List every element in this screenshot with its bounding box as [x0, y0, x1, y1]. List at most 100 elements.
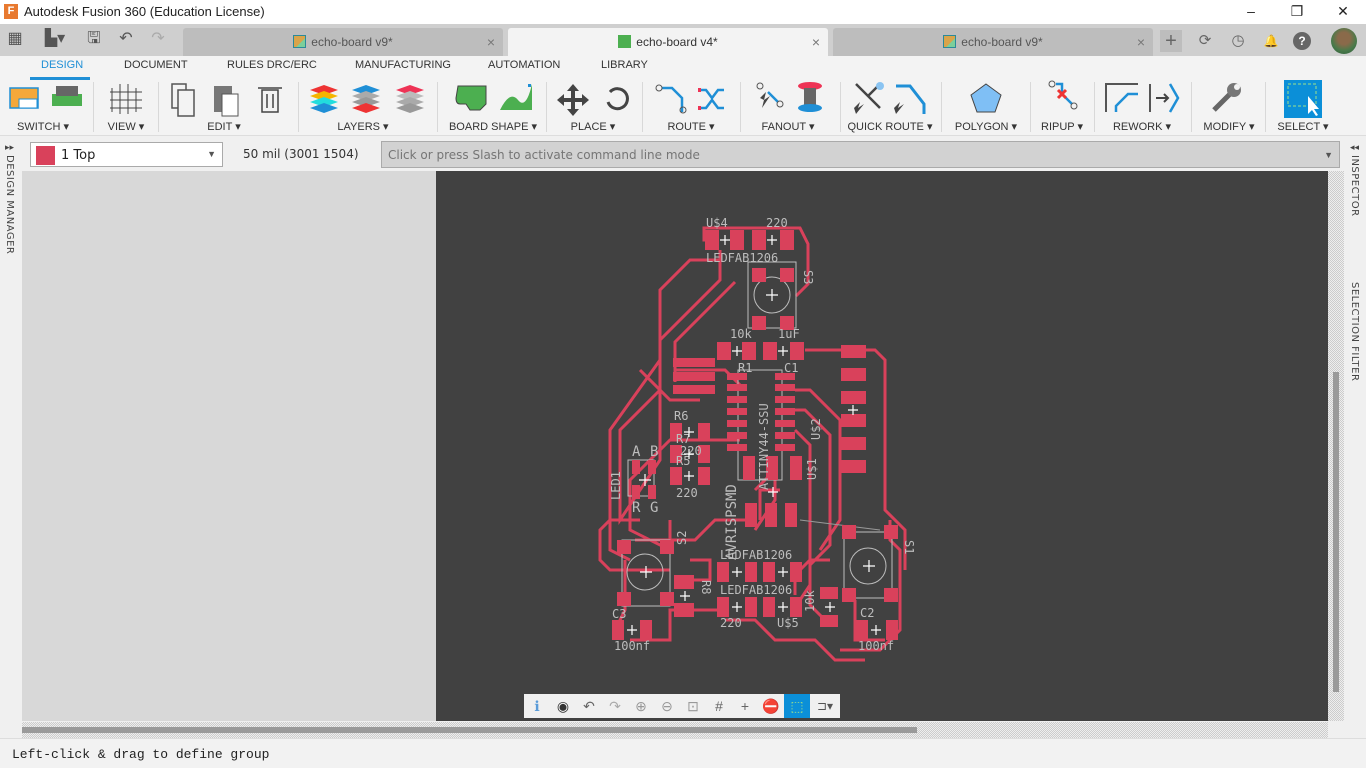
- command-input[interactable]: [382, 142, 1317, 167]
- vertical-scroll-thumb[interactable]: [1333, 372, 1339, 692]
- stop-icon[interactable]: ⛔: [758, 694, 784, 718]
- user-avatar[interactable]: [1331, 28, 1357, 54]
- close-tab-icon[interactable]: ×: [487, 34, 495, 50]
- zoom-in-icon[interactable]: ⊕: [628, 694, 654, 718]
- undo-icon[interactable]: ↶: [115, 28, 137, 50]
- collapse-icon[interactable]: ◂◂: [1350, 142, 1359, 153]
- layer-visibility-button[interactable]: [393, 80, 427, 116]
- chevron-down-icon[interactable]: ▼: [1324, 150, 1333, 160]
- document-tab[interactable]: echo-board v9* ×: [833, 28, 1153, 56]
- group-place[interactable]: PLACE ▾: [560, 120, 626, 133]
- redo-icon[interactable]: ↷: [147, 28, 169, 50]
- group-switch[interactable]: SWITCH ▾: [4, 120, 82, 133]
- design-manager-panel[interactable]: ▸▸ DESIGN MANAGER: [0, 137, 22, 720]
- redo-icon[interactable]: ↷: [602, 694, 628, 718]
- minimize-button[interactable]: –: [1228, 0, 1274, 24]
- divider: [941, 82, 942, 132]
- tab-automation[interactable]: AUTOMATION: [488, 59, 560, 71]
- copy-button[interactable]: [168, 80, 202, 116]
- design-file-icon: [293, 35, 307, 48]
- restore-button[interactable]: ❐: [1274, 0, 1320, 24]
- board-spline-button[interactable]: [498, 80, 532, 116]
- help-icon[interactable]: ?: [1293, 32, 1311, 50]
- group-modify[interactable]: MODIFY ▾: [1200, 120, 1258, 133]
- quick-route-button[interactable]: [850, 80, 884, 116]
- group-polygon[interactable]: POLYGON ▾: [950, 120, 1022, 133]
- apps-grid-icon[interactable]: ▦: [4, 28, 26, 50]
- group-ripup[interactable]: RIPUP ▾: [1038, 120, 1086, 133]
- differential-pair-button[interactable]: [696, 80, 730, 116]
- tab-manufacturing[interactable]: MANUFACTURING: [355, 59, 451, 71]
- expand-icon[interactable]: ▸▸: [5, 142, 14, 153]
- tab-label: echo-board v4*: [636, 35, 718, 49]
- move-button[interactable]: [556, 80, 590, 116]
- via-stack-button[interactable]: [794, 80, 828, 116]
- tab-design[interactable]: DESIGN: [41, 59, 83, 71]
- info-icon[interactable]: ℹ: [524, 694, 550, 718]
- zoom-fit-icon[interactable]: ⊡: [680, 694, 706, 718]
- switch-3d-button[interactable]: [48, 80, 82, 116]
- group-edit[interactable]: EDIT ▾: [188, 120, 260, 133]
- document-tab[interactable]: echo-board v9* ×: [183, 28, 503, 56]
- pcb-label: U$5: [777, 616, 799, 630]
- inspector-tab[interactable]: INSPECTOR: [1349, 155, 1360, 217]
- close-tab-icon[interactable]: ×: [1137, 34, 1145, 50]
- file-menu-icon[interactable]: ▙▾: [40, 28, 70, 50]
- board-outline-button[interactable]: [454, 80, 488, 116]
- tab-document[interactable]: DOCUMENT: [124, 59, 188, 71]
- pcb-layout[interactable]: U$4 220 LEDFAB1206 S3 10k 1uF R1 C1 U$2 …: [436, 171, 1328, 721]
- selection-filter-tab[interactable]: SELECTION FILTER: [1349, 282, 1360, 381]
- divider: [437, 82, 438, 132]
- pcb-canvas[interactable]: U$4 220 LEDFAB1206 S3 10k 1uF R1 C1 U$2 …: [436, 171, 1328, 721]
- reroute-button[interactable]: [1148, 80, 1182, 116]
- close-tab-icon[interactable]: ×: [812, 34, 820, 50]
- rework-button[interactable]: [1104, 80, 1138, 116]
- undo-icon[interactable]: ↶: [576, 694, 602, 718]
- horizontal-scroll-thumb[interactable]: [22, 727, 917, 733]
- delete-button[interactable]: [254, 80, 288, 116]
- group-route[interactable]: ROUTE ▾: [658, 120, 724, 133]
- group-fanout[interactable]: FANOUT ▾: [752, 120, 824, 133]
- layers-button[interactable]: [306, 80, 340, 116]
- group-quick-route[interactable]: QUICK ROUTE ▾: [844, 120, 936, 133]
- pcb-label: 220: [766, 216, 788, 230]
- switch-schematic-button[interactable]: [6, 80, 40, 116]
- rotate-button[interactable]: [600, 80, 634, 116]
- document-tab-active[interactable]: echo-board v4* ×: [508, 28, 828, 56]
- group-board-shape[interactable]: BOARD SHAPE ▾: [444, 120, 542, 133]
- modify-button[interactable]: [1210, 80, 1244, 116]
- group-select[interactable]: SELECT ▾: [1274, 120, 1332, 133]
- route-options-icon[interactable]: ⊐▾: [810, 694, 840, 718]
- layer-settings-button[interactable]: [349, 80, 383, 116]
- pcb-label: U$2: [809, 418, 823, 440]
- design-manager-label[interactable]: DESIGN MANAGER: [4, 155, 15, 254]
- quick-route-airwire-button[interactable]: [892, 80, 926, 116]
- divider: [840, 82, 841, 132]
- visibility-icon[interactable]: ◉: [550, 694, 576, 718]
- tab-rules[interactable]: RULES DRC/ERC: [227, 59, 317, 71]
- ripup-button[interactable]: [1046, 80, 1080, 116]
- close-button[interactable]: ✕: [1320, 0, 1366, 24]
- grid-icon[interactable]: #: [706, 694, 732, 718]
- layer-select[interactable]: 1 Top ▼: [30, 142, 223, 167]
- tab-library[interactable]: LIBRARY: [601, 59, 648, 71]
- job-status-icon[interactable]: ◷: [1227, 30, 1249, 52]
- select-button[interactable]: [1284, 80, 1318, 116]
- route-button[interactable]: [654, 80, 688, 116]
- select-group-icon[interactable]: ⬚: [784, 694, 810, 718]
- group-view[interactable]: VIEW ▾: [96, 120, 156, 133]
- grid-button[interactable]: [108, 80, 142, 116]
- polygon-button[interactable]: [968, 80, 1002, 116]
- crosshair-icon[interactable]: +: [732, 694, 758, 718]
- new-tab-icon[interactable]: +: [1160, 30, 1182, 52]
- group-rework[interactable]: REWORK ▾: [1108, 120, 1176, 133]
- save-icon[interactable]: 🖫: [83, 28, 105, 50]
- command-line[interactable]: ▼: [381, 141, 1340, 168]
- group-layers[interactable]: LAYERS ▾: [320, 120, 406, 133]
- notifications-icon[interactable]: 🔔: [1260, 30, 1282, 52]
- extensions-icon[interactable]: ⟳: [1194, 30, 1216, 52]
- pcb-label: LED1: [609, 471, 623, 500]
- fanout-button[interactable]: [752, 80, 786, 116]
- zoom-out-icon[interactable]: ⊖: [654, 694, 680, 718]
- paste-button[interactable]: [210, 80, 244, 116]
